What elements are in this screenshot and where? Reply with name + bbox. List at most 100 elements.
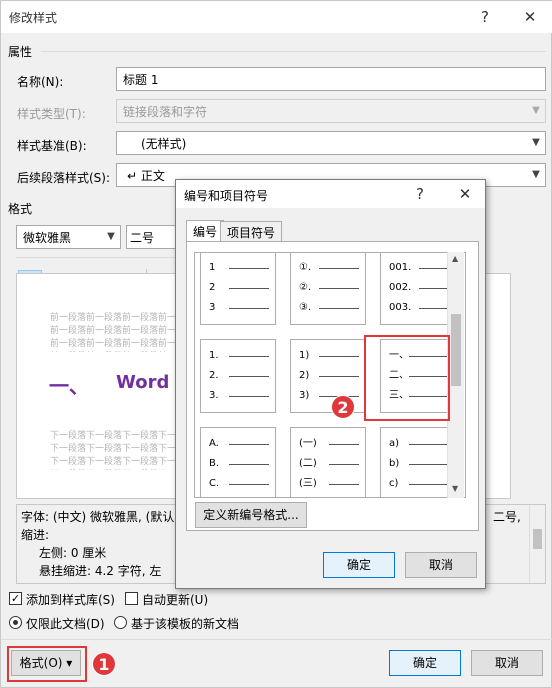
numbering-format-row: 1 (209, 262, 273, 274)
numbering-format-line (329, 484, 359, 485)
numbering-format-label: c) (389, 478, 399, 489)
numbering-format-label: 2. (209, 370, 219, 381)
numbering-format-row: a) (389, 438, 453, 450)
numbering-format-label: (三) (299, 478, 317, 489)
ok-button[interactable]: 确定 (389, 650, 461, 676)
add-to-gallery-checkbox[interactable]: ✓ (9, 592, 22, 605)
help-icon[interactable]: ? (406, 182, 434, 206)
annotation-box-chinese-numbering (364, 335, 450, 421)
tab-bullets[interactable]: 项目符号 (220, 221, 283, 243)
numbering-format-label: 1. (209, 350, 219, 361)
numbering-cancel-button[interactable]: 取消 (405, 552, 477, 578)
format-heading: 格式 (8, 202, 33, 216)
close-icon[interactable]: ✕ (451, 182, 479, 206)
chevron-down-icon[interactable]: ▼ (527, 132, 545, 154)
numbering-format-label: 3. (209, 390, 219, 401)
cancel-button[interactable]: 取消 (471, 650, 543, 676)
numbering-format-line (329, 444, 359, 445)
numbering-format-label: 002. (389, 282, 412, 293)
numbering-format-cell[interactable]: 1) 2) 3) (290, 339, 366, 413)
only-this-doc-radio[interactable] (9, 616, 22, 629)
numbering-format-label: a) (389, 438, 400, 449)
numbering-format-cell[interactable]: ①. ②. ③. (290, 253, 366, 325)
close-icon[interactable]: ✕ (516, 5, 544, 29)
size-value: 二号 (130, 231, 155, 245)
numbering-format-row: 002. (389, 282, 453, 294)
next-style-value: ↵ 正文 (127, 169, 165, 183)
numbering-format-row: 1) (299, 350, 363, 362)
numbering-format-row: 2 (209, 282, 273, 294)
numbering-format-cell[interactable]: 1 2 3 (200, 253, 276, 325)
numbering-format-line (319, 308, 359, 309)
numbering-format-cell[interactable]: 001. 002. 003. (380, 253, 456, 325)
numbering-format-cell[interactable]: 1. 2. 3. (200, 339, 276, 413)
new-doc-template-radio[interactable] (114, 616, 127, 629)
numbering-format-label: 1) (299, 350, 310, 361)
annotation-badge-2: 2 (331, 395, 355, 419)
only-this-doc-label: 仅限此文档(D) (26, 617, 105, 631)
numbering-format-row: 3 (209, 302, 273, 314)
title-bar: 修改样式 ? ✕ (1, 1, 552, 33)
preview-heading-text: Word (116, 372, 170, 393)
style-type-select: 链接段落和字符 ▼ (116, 99, 546, 123)
numbering-format-row: C. (209, 478, 273, 490)
numbering-format-label: 2) (299, 370, 310, 381)
annotation-box-format (7, 646, 87, 682)
numbering-format-line (229, 464, 269, 465)
numbering-format-row: 2) (299, 370, 363, 382)
style-based-value: (无样式) (141, 137, 187, 151)
numbering-format-line (419, 288, 449, 289)
chevron-down-icon[interactable]: ▼ (527, 164, 545, 186)
numbering-format-label: 2 (209, 282, 216, 293)
numbering-format-row: b) (389, 458, 453, 470)
numbering-format-label: 1 (209, 262, 216, 273)
name-label: 名称(N): (17, 75, 64, 89)
numbering-format-cell[interactable]: (一) (二) (三) (290, 427, 366, 497)
numbering-format-row: c) (389, 478, 453, 490)
numbering-format-row: ①. (299, 262, 363, 274)
numbering-format-cell[interactable]: A. B. C. (200, 427, 276, 497)
style-based-label: 样式基准(B): (17, 139, 87, 153)
numbering-format-line (419, 268, 449, 269)
preview-heading-number: 一、 (49, 374, 89, 398)
numbering-format-row: (三) (299, 478, 363, 490)
scroll-thumb[interactable] (451, 314, 461, 386)
scroll-up-icon[interactable]: ▲ (452, 254, 458, 263)
numbering-format-line (229, 444, 269, 445)
size-select[interactable]: 二号 (126, 225, 176, 249)
font-select[interactable]: 微软雅黑 ▼ (16, 225, 121, 249)
numbering-format-label: C. (209, 478, 220, 489)
desc-scrollbar[interactable] (529, 505, 545, 583)
auto-update-label: 自动更新(U) (142, 593, 209, 607)
divider (16, 257, 176, 258)
desc-size: 二号, (493, 510, 521, 524)
numbering-format-line (229, 268, 269, 269)
numbering-format-row: ②. (299, 282, 363, 294)
numbering-format-line (229, 288, 269, 289)
auto-update-checkbox[interactable] (125, 592, 138, 605)
numbering-format-line (229, 356, 269, 357)
numbering-format-line (409, 444, 449, 445)
numbering-ok-button[interactable]: 确定 (323, 552, 395, 578)
define-new-format-button[interactable]: 定义新编号格式... (195, 502, 307, 528)
style-type-label: 样式类型(T): (17, 107, 86, 121)
style-based-select[interactable]: (无样式) ▼ (116, 131, 546, 155)
numbering-format-cell[interactable]: a) b) c) (380, 427, 456, 497)
numbering-format-row: B. (209, 458, 273, 470)
tab-numbering[interactable]: 编号 (186, 220, 225, 243)
help-icon[interactable]: ? (471, 5, 499, 29)
chevron-down-icon[interactable]: ▼ (102, 226, 120, 248)
numbering-format-row: A. (209, 438, 273, 450)
numbering-dialog: 编号和项目符号 ? ✕ 编号 项目符号 1 2 3 ①. ②. ③. 001. 002. 003… (175, 179, 486, 589)
properties-heading: 属性 (8, 45, 33, 59)
annotation-badge-1: 1 (92, 652, 116, 676)
numbering-format-row: 001. (389, 262, 453, 274)
name-input[interactable]: 标题 1 (116, 67, 546, 91)
numbering-format-label: ①. (299, 262, 312, 273)
numbering-format-label: 3) (299, 390, 310, 401)
font-value: 微软雅黑 (23, 231, 72, 245)
name-value: 标题 1 (123, 73, 159, 87)
numbering-format-label: b) (389, 458, 400, 469)
scroll-down-icon[interactable]: ▼ (452, 484, 458, 493)
numbering-format-line (319, 268, 359, 269)
